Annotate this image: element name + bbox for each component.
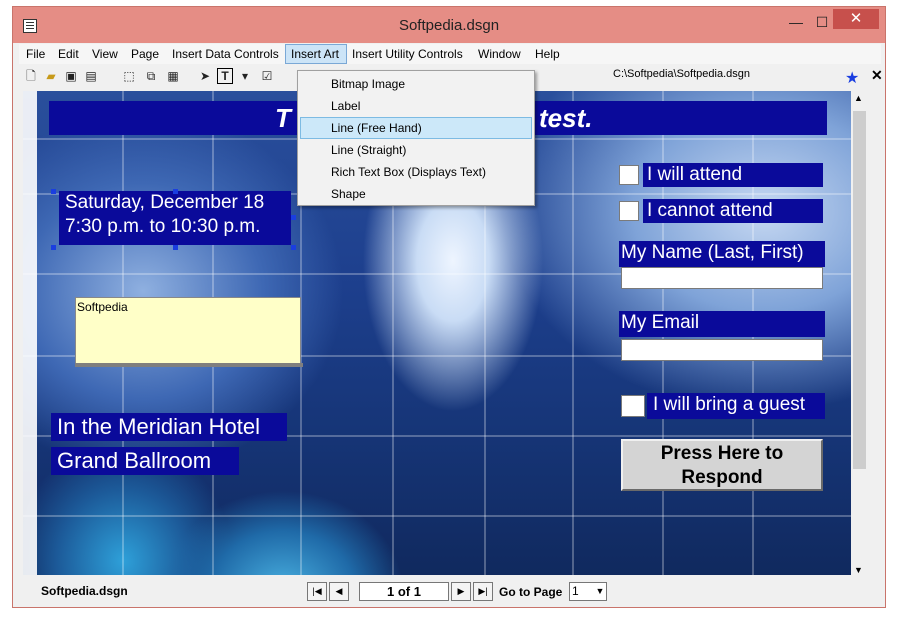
dropdown-tool-icon[interactable]: ▾ <box>237 68 253 84</box>
scroll-up-icon[interactable]: ▲ <box>854 93 863 103</box>
selection-handle[interactable] <box>291 245 296 250</box>
last-page-icon[interactable]: ▶| <box>473 582 493 601</box>
previous-page-icon[interactable]: ◀ <box>329 582 349 601</box>
selection-handle[interactable] <box>291 215 296 220</box>
selection-handle[interactable] <box>173 189 178 194</box>
text-tool-icon[interactable]: T <box>217 68 233 84</box>
first-page-icon[interactable]: |◀ <box>307 582 327 601</box>
dropdown-item-rich-text-box[interactable]: Rich Text Box (Displays Text) <box>300 161 532 183</box>
menu-help[interactable]: Help <box>530 44 565 64</box>
paste-icon[interactable]: ▦ <box>165 68 181 84</box>
open-folder-icon[interactable]: ▰ <box>43 68 59 84</box>
attend-label: I will attend <box>643 163 823 187</box>
selection-handle[interactable] <box>51 189 56 194</box>
star-icon[interactable]: ★ <box>845 68 859 88</box>
selection-handle[interactable] <box>173 245 178 250</box>
venue-hotel-label[interactable]: In the Meridian Hotel <box>51 413 287 441</box>
chevron-down-icon[interactable]: ▼ <box>593 582 607 601</box>
email-input[interactable] <box>621 339 823 361</box>
title-fragment-left: T <box>275 103 291 133</box>
selection-handle[interactable] <box>51 245 56 250</box>
event-date: Saturday, December 18 <box>65 192 265 213</box>
window-title: Softpedia.dsgn <box>398 17 500 34</box>
dropdown-item-label[interactable]: Label <box>300 95 532 117</box>
cannot-attend-label: I cannot attend <box>643 199 823 223</box>
attend-checkbox[interactable] <box>619 165 639 185</box>
scroll-down-icon[interactable]: ▼ <box>854 565 863 575</box>
cannot-attend-checkbox[interactable] <box>619 201 639 221</box>
guest-checkbox[interactable] <box>621 395 645 417</box>
respond-button[interactable]: Press Here to Respond <box>621 439 823 491</box>
event-time: 7:30 p.m. to 10:30 p.m. <box>65 216 261 237</box>
title-fragment-right: test. <box>539 103 593 133</box>
guest-label: I will bring a guest <box>647 393 825 419</box>
close-document-icon[interactable]: ✕ <box>871 67 883 84</box>
save-icon[interactable]: ▣ <box>63 68 79 84</box>
select-rect-icon[interactable]: ⬚ <box>121 68 137 84</box>
title-bar: Softpedia.dsgn — ☐ ✕ <box>13 7 885 43</box>
goto-page-label: Go to Page <box>499 585 563 599</box>
menu-window[interactable]: Window <box>473 44 526 64</box>
menu-edit[interactable]: Edit <box>53 44 84 64</box>
text-box-border <box>75 363 303 367</box>
next-page-icon[interactable]: ▶ <box>451 582 471 601</box>
menu-insert-utility-controls[interactable]: Insert Utility Controls <box>347 44 468 64</box>
copy-icon[interactable]: ⧉ <box>143 68 159 84</box>
print-icon[interactable]: ▤ <box>83 68 99 84</box>
dropdown-item-line-free-hand[interactable]: Line (Free Hand) <box>300 117 532 139</box>
menu-file[interactable]: File <box>21 44 50 64</box>
checkbox-tool-icon[interactable]: ☑ <box>259 68 275 84</box>
file-path: C:\Softpedia\Softpedia.dsgn <box>613 68 750 80</box>
dropdown-item-shape[interactable]: Shape <box>300 183 532 205</box>
canvas-left-margin <box>23 91 37 577</box>
minimize-icon[interactable]: — <box>783 13 809 31</box>
menu-insert-art[interactable]: Insert Art <box>285 44 347 64</box>
menu-page[interactable]: Page <box>126 44 164 64</box>
insert-art-dropdown: Bitmap Image Label Line (Free Hand) Line… <box>297 70 535 206</box>
dropdown-item-bitmap-image[interactable]: Bitmap Image <box>300 73 532 95</box>
page-indicator: 1 of 1 <box>359 582 449 601</box>
email-label: My Email <box>619 311 825 337</box>
menu-view[interactable]: View <box>87 44 123 64</box>
menu-bar: File Edit View Page Insert Data Controls… <box>19 44 881 64</box>
new-file-icon[interactable]: 🗋 <box>23 68 39 84</box>
status-bar: Softpedia.dsgn |◀ ◀ 1 of 1 ▶ ▶| Go to Pa… <box>19 575 881 603</box>
pointer-icon[interactable]: ➤ <box>197 68 213 84</box>
close-icon[interactable]: ✕ <box>833 9 879 29</box>
dropdown-item-line-straight[interactable]: Line (Straight) <box>300 139 532 161</box>
maximize-icon[interactable]: ☐ <box>809 13 835 31</box>
menu-insert-data-controls[interactable]: Insert Data Controls <box>167 44 284 64</box>
vertical-scrollbar[interactable]: ▲ ▼ <box>851 91 868 577</box>
status-filename: Softpedia.dsgn <box>41 584 128 598</box>
rich-text-box[interactable]: Softpedia <box>75 297 301 365</box>
name-input[interactable] <box>621 267 823 289</box>
name-label: My Name (Last, First) <box>619 241 825 267</box>
scrollbar-thumb[interactable] <box>853 111 866 469</box>
venue-room-label[interactable]: Grand Ballroom <box>51 447 239 475</box>
event-date-label[interactable]: Saturday, December 18 7:30 p.m. to 10:30… <box>59 191 291 245</box>
application-window: Softpedia.dsgn — ☐ ✕ File Edit View Page… <box>12 6 886 608</box>
